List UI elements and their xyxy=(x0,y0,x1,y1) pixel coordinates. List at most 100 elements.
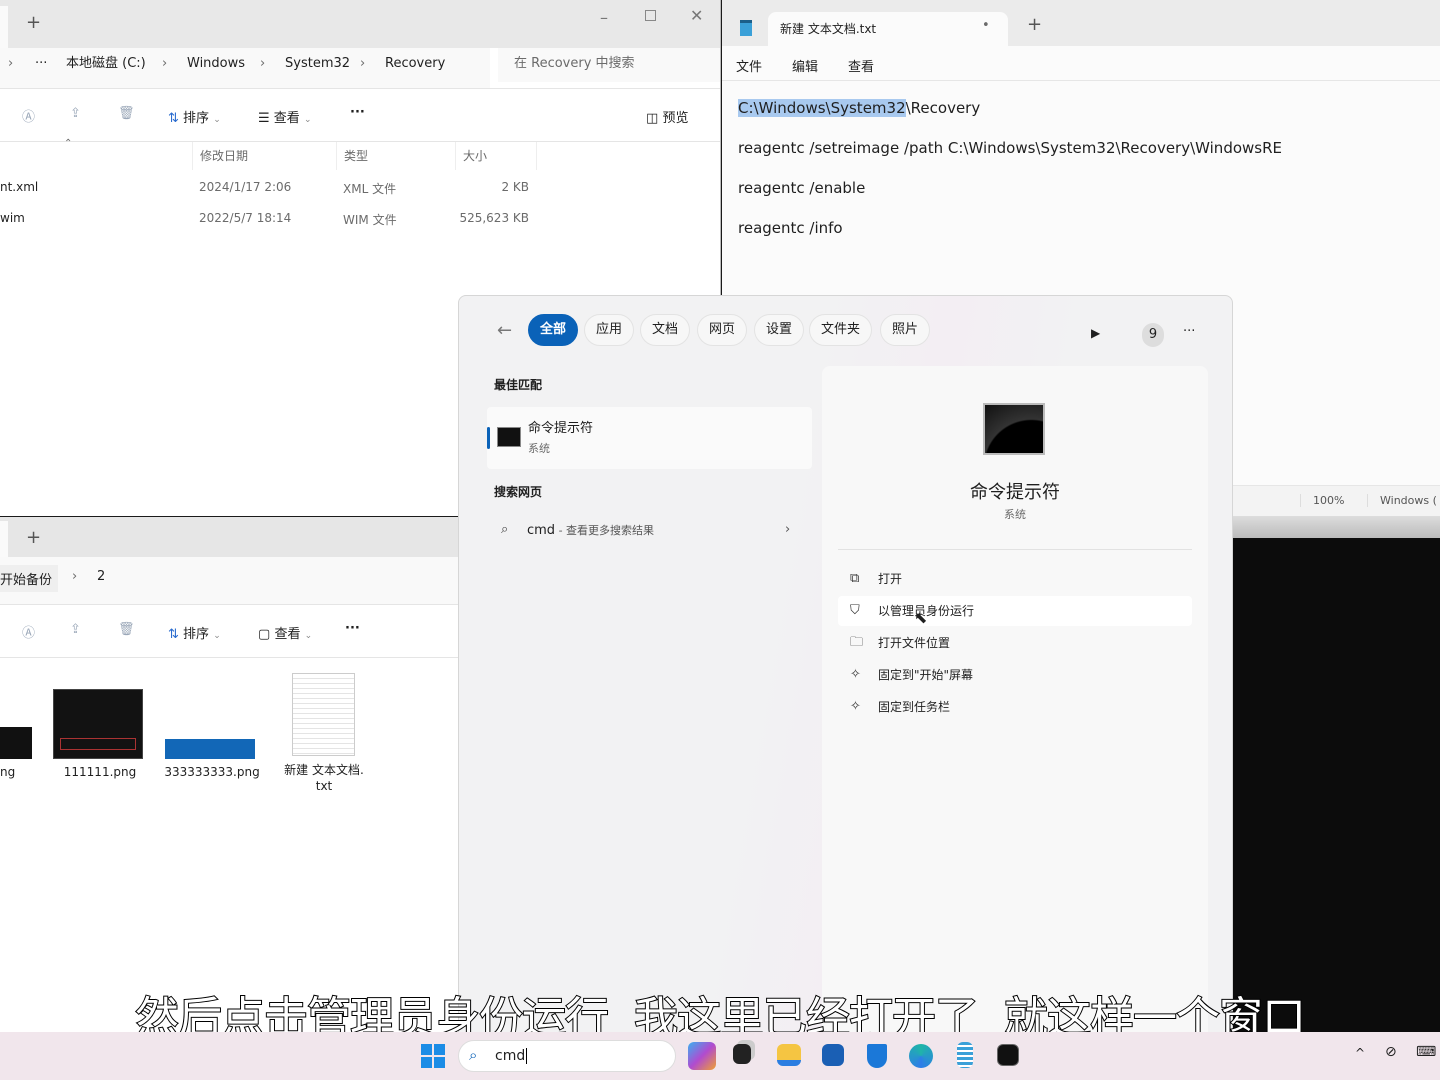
notepad-tab-bar: 新建 文本文档.txt • + xyxy=(722,0,1440,46)
menu-view[interactable]: 查看 xyxy=(848,56,874,75)
sort-button[interactable]: ⇅ 排序 ⌄ xyxy=(168,107,221,126)
breadcrumb-item[interactable]: System32 xyxy=(285,48,350,80)
zoom-level[interactable]: 100% xyxy=(1300,494,1344,507)
network-offline-icon[interactable]: ⊘ xyxy=(1385,1044,1397,1060)
view-button[interactable]: ☰ 查看 ⌄ xyxy=(258,107,312,126)
notepad-tab[interactable]: 新建 文本文档.txt • xyxy=(768,12,1008,46)
detail-pane: 命令提示符 系统 ⧉ 打开 ⛉ 以管理员身份运行 🗀 打开文件位置 ✧ 固定到"开始"屏… xyxy=(822,366,1208,1036)
close-button[interactable]: ✕ xyxy=(690,6,703,25)
action-open[interactable]: ⧉ 打开 xyxy=(838,564,1192,594)
back-arrow-icon[interactable]: ← xyxy=(497,320,512,341)
sort-button[interactable]: ⇅ 排序 ⌄ xyxy=(168,623,221,642)
edge-icon[interactable] xyxy=(909,1044,933,1068)
share-icon[interactable]: ⇪ xyxy=(70,622,81,637)
mouse-cursor-icon: ⬉ xyxy=(914,608,928,627)
file-explorer-icon[interactable] xyxy=(777,1044,801,1066)
encoding-label[interactable]: Windows ( xyxy=(1367,494,1437,507)
breadcrumb-item[interactable]: 开始备份 xyxy=(0,565,59,592)
show-hidden-icons-icon[interactable]: ^ xyxy=(1355,1046,1365,1060)
file-item[interactable]: 新建 文本文档. txt xyxy=(276,673,372,794)
web-search-item[interactable]: ⌕ cmd - 查看更多搜索结果 › xyxy=(487,516,812,548)
filter-all[interactable]: 全部 xyxy=(528,314,579,346)
detail-app-name: 命令提示符 xyxy=(970,482,1060,503)
task-view-icon[interactable] xyxy=(733,1044,751,1064)
sort-label: 排序 xyxy=(183,111,210,126)
file-item[interactable]: 111111.png xyxy=(50,689,150,779)
breadcrumb-item[interactable]: 2 xyxy=(97,569,105,584)
rename-icon[interactable]: Ⓐ xyxy=(22,106,35,125)
search-icon: ⌕ xyxy=(501,522,509,537)
action-pin-taskbar[interactable]: ✧ 固定到任务栏 xyxy=(838,692,1192,722)
filter-web[interactable]: 网页 xyxy=(697,314,748,346)
taskbar-search-input[interactable]: ⌕ cmd xyxy=(458,1040,676,1072)
preview-label: 预览 xyxy=(662,111,689,126)
minimize-button[interactable]: – xyxy=(600,8,608,27)
preview-button[interactable]: ◫ 预览 xyxy=(646,107,688,126)
explorer-window-bottom: + 开始备份 › 2 Ⓐ ⇪ 🗑 ⇅ 排序 ⌄ ▢ 查看 ⌄ ··· ng 11… xyxy=(0,517,460,1032)
copilot-icon[interactable] xyxy=(688,1042,716,1070)
filter-apps[interactable]: 应用 xyxy=(584,314,635,346)
file-name: 新建 文本文档. txt xyxy=(284,763,364,793)
column-header-date[interactable]: 修改日期 xyxy=(192,142,248,170)
menu-edit[interactable]: 编辑 xyxy=(792,56,818,75)
text-line: C:\Windows\System32\Recovery xyxy=(738,96,980,120)
address-bar[interactable]: › ··· 本地磁盘 (C:) › Windows › System32 › R… xyxy=(0,48,490,88)
column-header-size[interactable]: 大小 xyxy=(455,142,537,170)
toolbar: Ⓐ ⇪ 🗑 ⇅ 排序 ⌄ ▢ 查看 ⌄ ··· xyxy=(0,604,460,658)
filter-folders[interactable]: 文件夹 xyxy=(809,314,873,346)
file-size: 2 KB xyxy=(501,180,529,194)
keyboard-icon[interactable]: ⌨ xyxy=(1416,1044,1436,1060)
filter-settings[interactable]: 设置 xyxy=(754,314,805,346)
best-match-item[interactable]: 命令提示符 系统 xyxy=(487,407,812,469)
text-line: reagentc /enable xyxy=(738,179,866,197)
terminal-icon[interactable] xyxy=(997,1044,1019,1066)
filter-photos[interactable]: 照片 xyxy=(880,314,931,346)
breadcrumb-item[interactable]: 本地磁盘 (C:) xyxy=(66,48,146,80)
web-heading: 搜索网页 xyxy=(494,485,543,499)
share-icon[interactable]: ⇪ xyxy=(70,106,81,121)
action-run-as-admin[interactable]: ⛉ 以管理员身份运行 xyxy=(838,596,1192,626)
view-button[interactable]: ▢ 查看 ⌄ xyxy=(258,623,312,642)
best-match-heading: 最佳匹配 xyxy=(494,378,543,392)
start-button[interactable] xyxy=(421,1044,445,1068)
breadcrumb-item[interactable]: Windows xyxy=(187,48,245,80)
action-pin-start[interactable]: ✧ 固定到"开始"屏幕 xyxy=(838,660,1192,690)
rename-icon[interactable]: Ⓐ xyxy=(22,622,35,641)
file-name: ng xyxy=(0,765,16,779)
file-name: 333333333.png xyxy=(164,765,260,779)
breadcrumb-item[interactable]: Recovery xyxy=(385,48,445,80)
notepad-icon[interactable] xyxy=(957,1042,973,1068)
open-external-icon: ⧉ xyxy=(850,571,860,586)
action-open-file-location[interactable]: 🗀 打开文件位置 xyxy=(838,628,1192,658)
play-icon[interactable]: ▶ xyxy=(1091,326,1100,340)
file-date: 2022/5/7 18:14 xyxy=(199,211,292,225)
search-input[interactable]: 在 Recovery 中搜索 xyxy=(498,48,720,82)
command-prompt-large-icon xyxy=(983,403,1045,455)
file-item[interactable]: ng xyxy=(0,727,40,779)
tab-bar: + xyxy=(0,517,460,557)
sort-icon: ⇅ xyxy=(168,627,179,642)
file-row[interactable]: nt.xml 2024/1/17 2:06 XML 文件 2 KB xyxy=(0,180,540,200)
new-tab-button[interactable]: + xyxy=(26,527,41,548)
text: \Recovery xyxy=(905,99,981,117)
new-tab-button[interactable]: + xyxy=(1027,14,1042,35)
more-button[interactable]: ··· xyxy=(345,621,360,636)
store-icon[interactable] xyxy=(822,1044,844,1066)
menu-file[interactable]: 文件 xyxy=(736,56,762,75)
folder-icon: 🗀 xyxy=(850,635,864,650)
file-item[interactable]: 333333333.png xyxy=(160,739,264,779)
app-type: 系统 xyxy=(528,442,550,455)
defender-icon[interactable] xyxy=(867,1044,887,1068)
more-options-button[interactable]: ··· xyxy=(1183,324,1195,339)
maximize-button[interactable] xyxy=(645,10,656,21)
delete-icon[interactable]: 🗑 xyxy=(118,106,135,121)
address-bar[interactable]: 开始备份 › 2 xyxy=(0,557,460,604)
filter-documents[interactable]: 文档 xyxy=(640,314,691,346)
column-header-type[interactable]: 类型 xyxy=(336,142,368,170)
points-badge[interactable]: 9 xyxy=(1142,323,1164,347)
file-row[interactable]: wim 2022/5/7 18:14 WIM 文件 525,623 KB xyxy=(0,211,540,231)
new-tab-button[interactable]: + xyxy=(26,12,41,33)
more-button[interactable]: ··· xyxy=(350,105,365,120)
delete-icon[interactable]: 🗑 xyxy=(118,622,135,637)
view-label: 查看 xyxy=(273,111,300,126)
